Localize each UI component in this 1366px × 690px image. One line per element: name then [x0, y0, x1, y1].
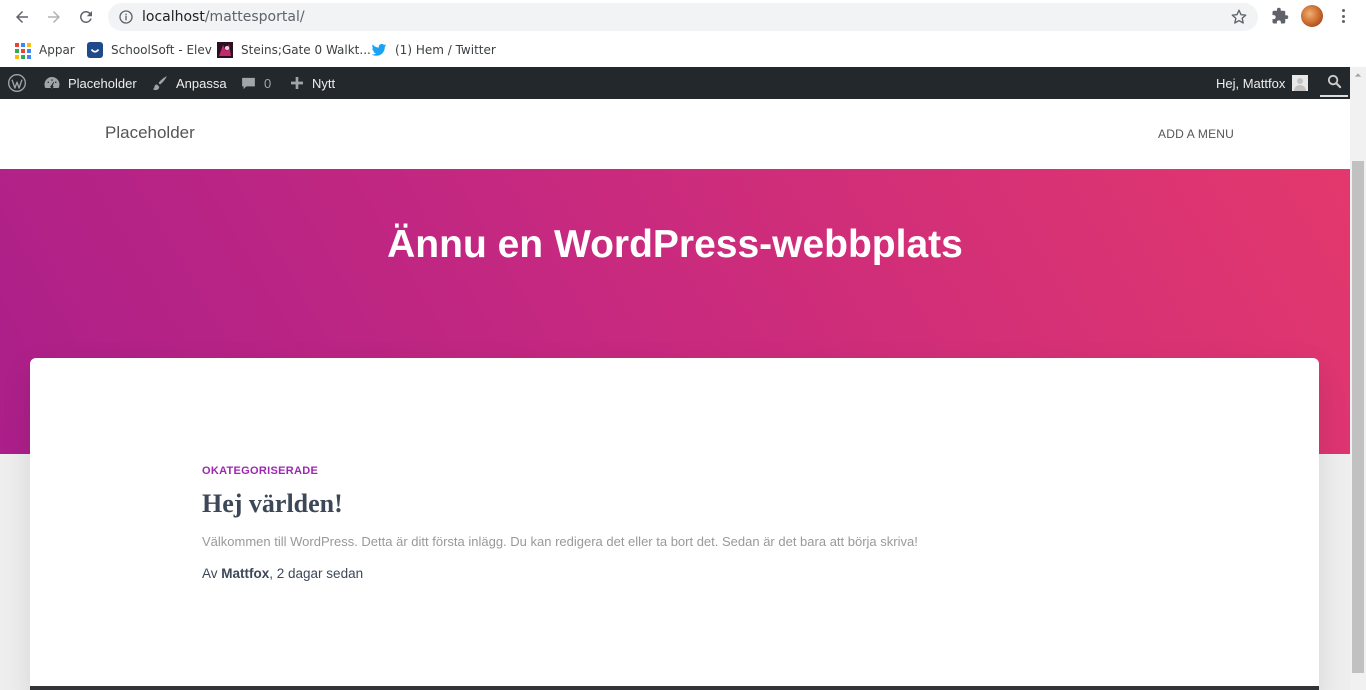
schoolsoft-icon [87, 42, 103, 58]
url-host: localhost [142, 9, 205, 25]
wp-admin-bar: Placeholder Anpassa 0 Nytt Hej, Mattfox [0, 67, 1366, 99]
bookmark-label: SchoolSoft - Elev [111, 43, 212, 57]
adminbar-customize[interactable]: Anpassa [151, 67, 227, 99]
bookmarks-bar: Appar SchoolSoft - Elev Steins;Gate 0 Wa… [0, 33, 1366, 67]
steinsgate-icon [217, 42, 233, 58]
bookmark-twitter[interactable]: (1) Hem / Twitter [371, 39, 496, 61]
forward-button[interactable] [43, 6, 65, 28]
bookmark-steinsgate[interactable]: Steins;Gate 0 Walkt... [217, 39, 371, 61]
arrow-right-icon [48, 11, 60, 23]
arrow-left-icon [16, 11, 28, 23]
post-excerpt: Välkommen till WordPress. Detta är ditt … [202, 534, 918, 549]
search-icon [1327, 74, 1341, 88]
paintbrush-icon [152, 76, 167, 91]
post-title-link[interactable]: Hej världen! [202, 489, 343, 519]
post-author-link[interactable]: Mattfox [221, 566, 269, 581]
dashboard-icon [44, 77, 60, 89]
bookmark-apps[interactable]: Appar [14, 39, 75, 61]
bookmark-label: Steins;Gate 0 Walkt... [241, 43, 371, 57]
browser-menu-button[interactable] [1336, 7, 1350, 25]
puzzle-icon [1272, 7, 1289, 24]
wp-logo-button[interactable] [7, 67, 34, 99]
adminbar-customize-label: Anpassa [176, 75, 227, 91]
bookmark-label: (1) Hem / Twitter [395, 43, 496, 57]
comment-bubble-icon [242, 77, 255, 89]
adminbar-site-name[interactable]: Placeholder [43, 67, 137, 99]
post-category-link[interactable]: OKATEGORISERADE [202, 465, 318, 477]
url-text[interactable]: localhost/mattesportal/ [142, 9, 305, 25]
profile-avatar[interactable] [1301, 5, 1323, 27]
reload-button[interactable] [75, 6, 97, 28]
site-title-link[interactable]: Placeholder [105, 123, 195, 143]
user-avatar-icon [1292, 75, 1309, 91]
post-meta-date: , 2 dagar sedan [269, 566, 364, 581]
adminbar-account[interactable]: Hej, Mattfox [1216, 67, 1309, 99]
scrollbar-thumb[interactable] [1352, 161, 1364, 673]
plus-icon [291, 77, 303, 89]
back-button[interactable] [11, 6, 33, 28]
adminbar-comments[interactable]: 0 [240, 67, 271, 99]
hero-title: Ännu en WordPress-webbplats [387, 223, 963, 266]
adminbar-new[interactable]: Nytt [289, 67, 335, 99]
adminbar-search-button[interactable] [1320, 67, 1348, 97]
adminbar-site-label: Placeholder [68, 75, 137, 91]
scroll-up-arrow-icon[interactable] [1350, 67, 1366, 83]
footer-strip [30, 686, 1319, 690]
adminbar-greeting: Hej, Mattfox [1216, 75, 1286, 91]
page-scrollbar[interactable] [1350, 67, 1366, 690]
address-bar[interactable]: localhost/mattesportal/ [108, 3, 1258, 31]
extensions-button[interactable] [1270, 6, 1290, 26]
browser-toolbar: localhost/mattesportal/ [0, 0, 1366, 33]
bookmark-schoolsoft[interactable]: SchoolSoft - Elev [87, 39, 212, 61]
adminbar-new-label: Nytt [312, 75, 336, 91]
bookmark-star-icon[interactable] [1230, 8, 1248, 26]
reload-icon [80, 11, 92, 23]
url-path: /mattesportal/ [204, 9, 305, 25]
bookmark-label: Appar [39, 43, 75, 57]
add-menu-link[interactable]: ADD A MENU [1158, 127, 1234, 141]
post-meta: Av Mattfox, 2 dagar sedan [202, 566, 363, 581]
adminbar-comments-count: 0 [264, 75, 272, 91]
site-header: Placeholder ADD A MENU [0, 99, 1350, 169]
wordpress-logo-icon [8, 74, 26, 92]
twitter-icon [371, 43, 387, 56]
site-page: Placeholder ADD A MENU Ännu en WordPress… [0, 99, 1350, 690]
post-card: OKATEGORISERADE Hej världen! Välkommen t… [30, 358, 1319, 690]
apps-grid-icon [14, 42, 31, 59]
info-icon[interactable] [118, 9, 134, 25]
post-meta-prefix: Av [202, 566, 222, 581]
